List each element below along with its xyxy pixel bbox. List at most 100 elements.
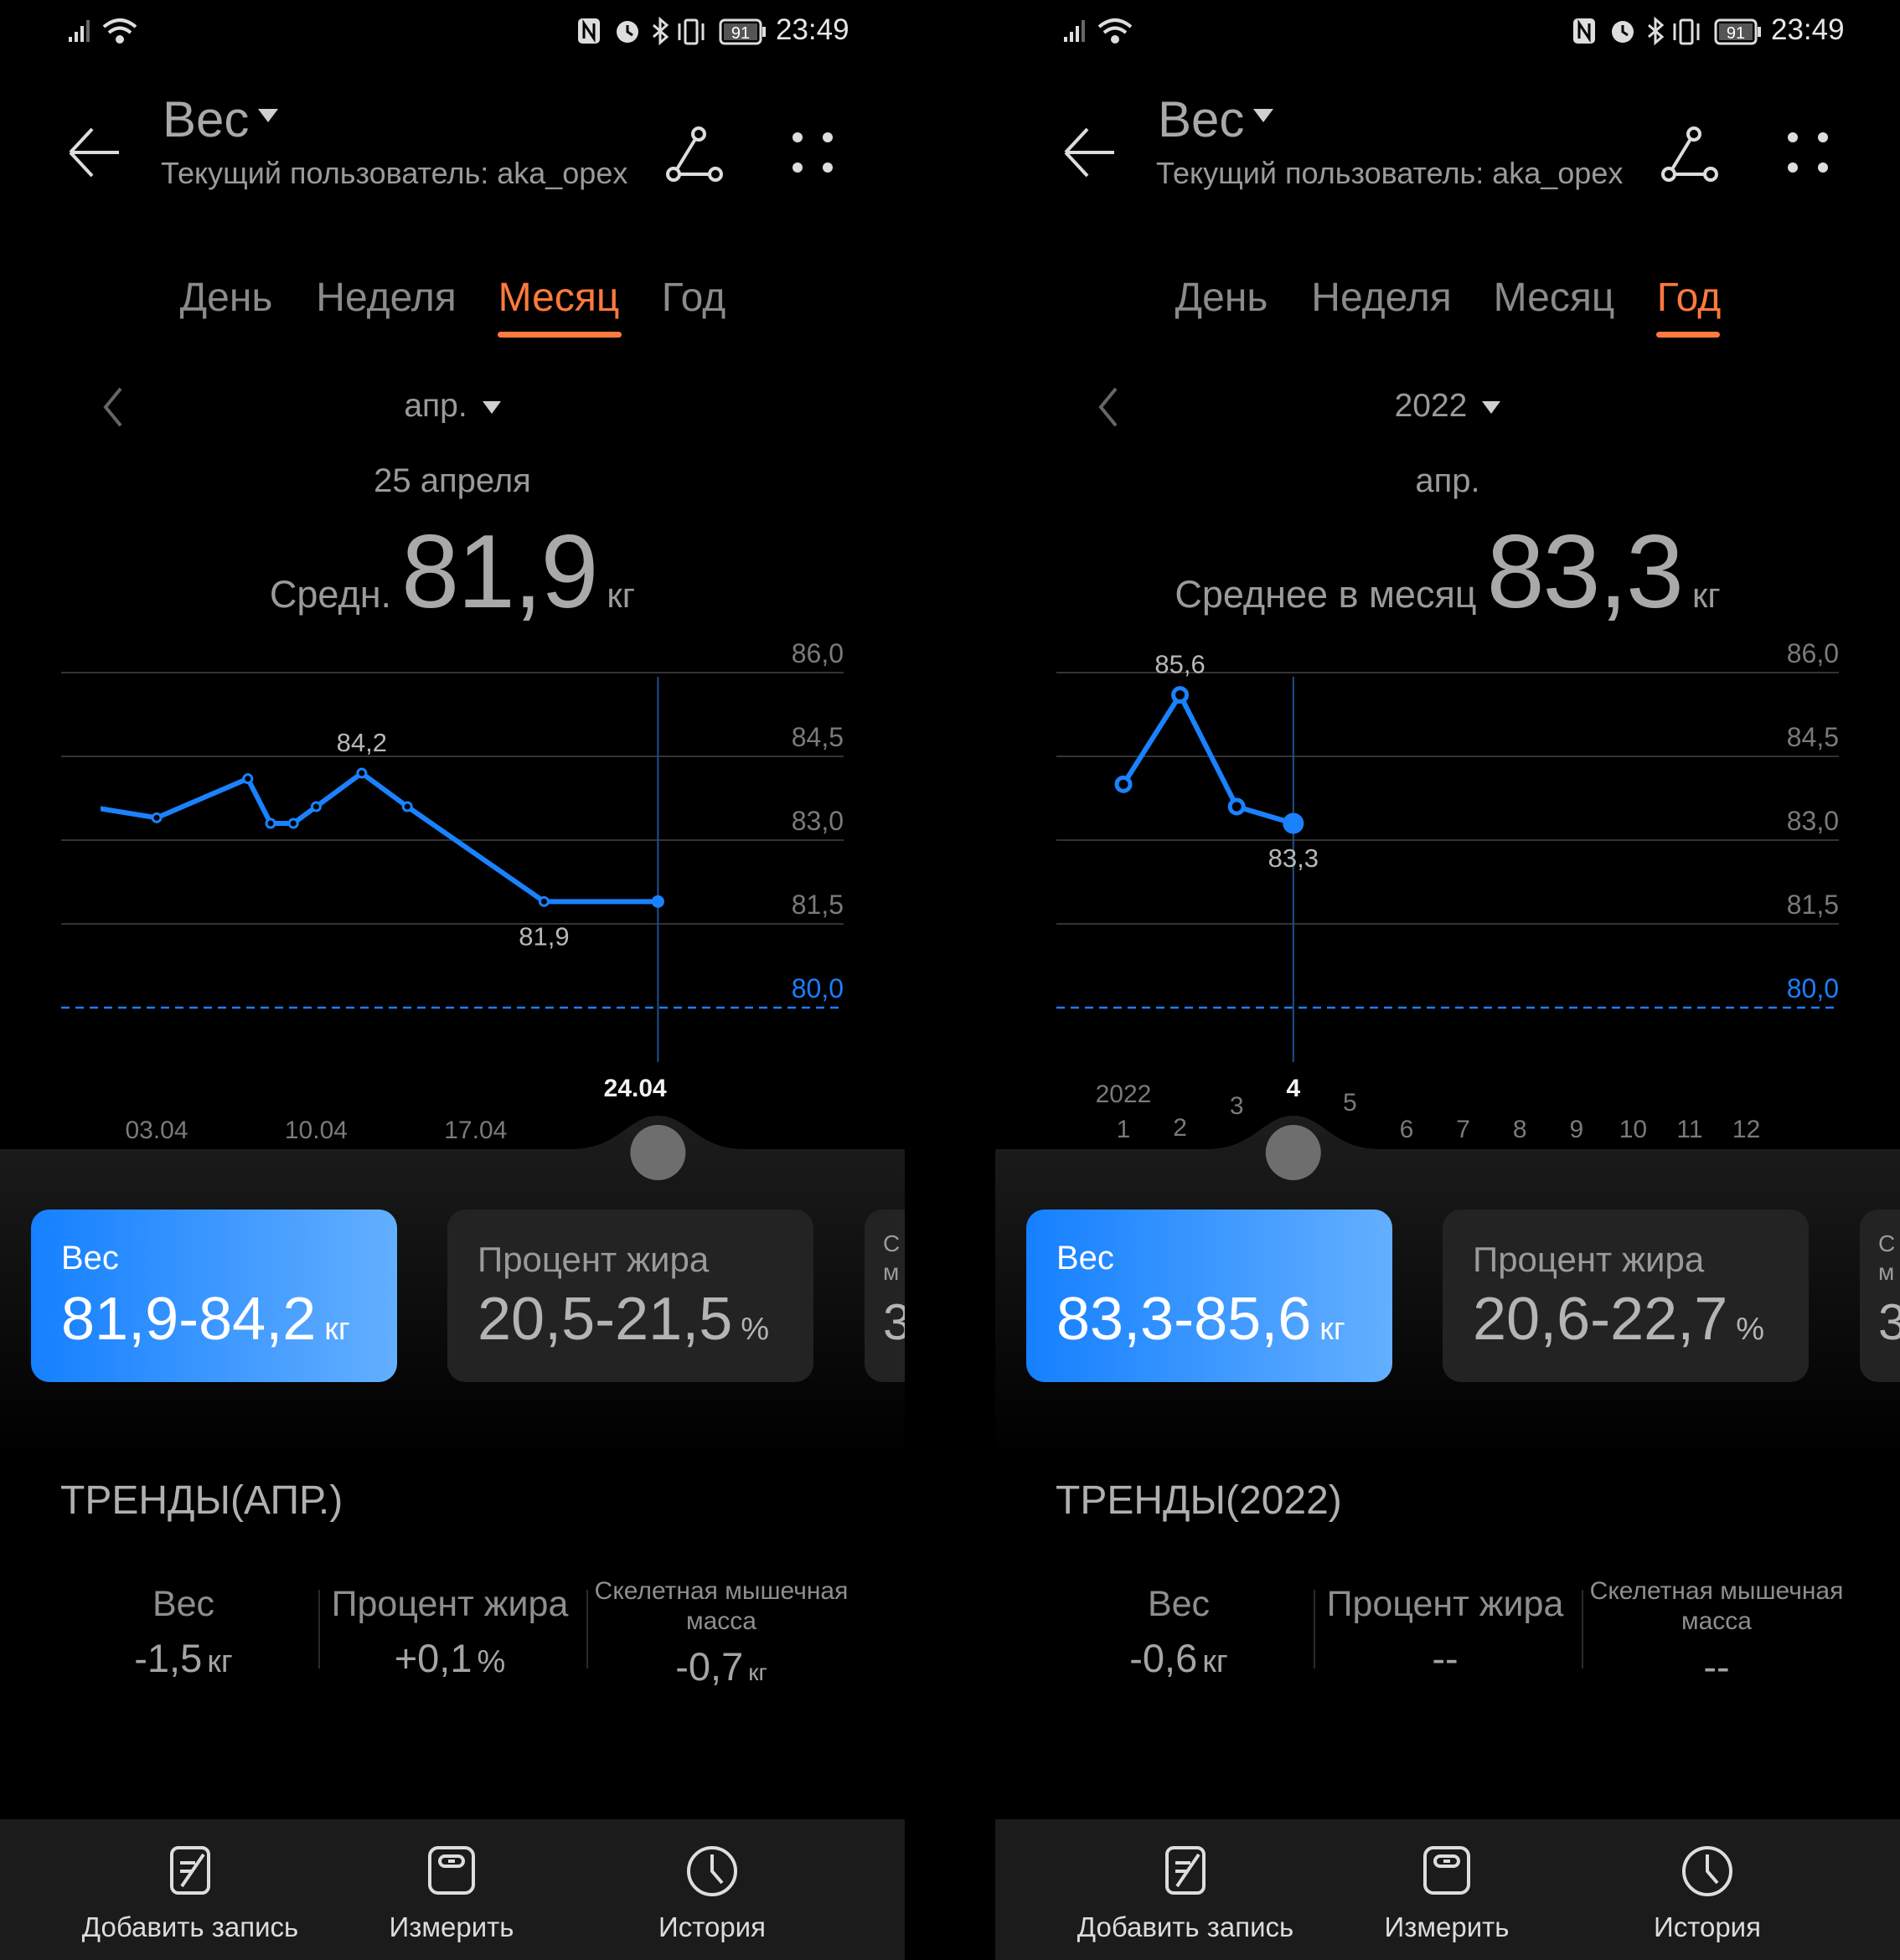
x-tick-label: 1 — [1117, 1116, 1131, 1143]
series-line — [101, 771, 658, 905]
y-tick-label: 81,5 — [792, 890, 844, 920]
divider — [1582, 1590, 1583, 1669]
y-tick-label: 86,0 — [1787, 638, 1839, 668]
data-point — [265, 818, 276, 829]
trends-title: ТРЕНДЫ(АПР.) — [60, 1478, 343, 1523]
add-record-button[interactable]: Добавить запись — [65, 1843, 316, 1943]
history-button[interactable]: История — [586, 1843, 838, 1943]
nav-label: Измерить — [389, 1911, 514, 1942]
metric-card[interactable]: Вес 83,3-85,6 кг — [1026, 1210, 1392, 1382]
metric-card[interactable]: С м 3 — [1860, 1210, 1900, 1382]
trend-item: Скелетная мышечная масса -0,7 кг — [587, 1577, 855, 1689]
card-label: С м — [1878, 1230, 1896, 1285]
slider-knob[interactable] — [630, 1125, 686, 1180]
trend-label: Вес — [152, 1584, 215, 1624]
trend-label: Скелетная мышечная масса — [594, 1577, 849, 1635]
card-unit: % — [741, 1312, 770, 1347]
divider — [586, 1590, 588, 1669]
trend-item: Скелетная мышечная масса -- — [1582, 1577, 1851, 1689]
data-point — [151, 812, 163, 823]
x-tick-label: 10 — [1619, 1116, 1647, 1143]
trend-value: +0,1 — [394, 1636, 472, 1680]
bottom-action-bar: Добавить запись Измерить История — [995, 1819, 1900, 1960]
selected-data-point — [1283, 812, 1304, 834]
x-tick-label: 6 — [1400, 1116, 1414, 1143]
measure-button[interactable]: Измерить — [1321, 1843, 1572, 1943]
selected-data-point — [651, 895, 664, 908]
card-value: 20,6-22,7 — [1473, 1286, 1728, 1353]
metric-card[interactable]: Вес 81,9-84,2 кг — [31, 1210, 397, 1382]
trend-item: Вес -0,6 кг — [1045, 1583, 1313, 1681]
trend-label: Вес — [1147, 1584, 1211, 1624]
y-tick-label: 83,0 — [1787, 806, 1839, 836]
y-tick-label: 80,0 — [1787, 973, 1839, 1003]
card-value: 20,5-21,5 — [478, 1286, 733, 1353]
data-label: 81,9 — [519, 921, 569, 951]
data-label: 85,6 — [1154, 650, 1205, 679]
trend-unit: кг — [748, 1659, 767, 1685]
history-button[interactable]: История — [1582, 1843, 1833, 1943]
nav-label: История — [658, 1911, 766, 1942]
card-value: 3 — [883, 1294, 905, 1350]
y-tick-label: 86,0 — [792, 638, 844, 668]
nav-label: Добавить запись — [81, 1911, 299, 1942]
x-tick-label: 2 — [1173, 1114, 1187, 1142]
metric-card[interactable]: С м 3 — [865, 1210, 905, 1382]
card-value: 81,9-84,2 — [61, 1286, 317, 1353]
data-label: 83,3 — [1268, 843, 1319, 873]
card-unit: % — [1736, 1312, 1765, 1347]
card-value: 83,3-85,6 — [1056, 1286, 1312, 1353]
bottom-action-bar: Добавить запись Измерить История — [0, 1819, 905, 1960]
y-tick-label: 81,5 — [1787, 890, 1839, 920]
x-tick-label-selected: 24.04 — [604, 1075, 667, 1102]
clock-icon — [1682, 1846, 1732, 1896]
x-tick-label: 7 — [1456, 1116, 1470, 1143]
card-label: Процент жира — [1473, 1240, 1705, 1279]
data-point — [401, 801, 413, 812]
data-point — [1227, 797, 1246, 816]
trend-value: -- — [1703, 1644, 1730, 1689]
y-tick-label: 84,5 — [792, 722, 844, 752]
card-label: С м — [883, 1230, 901, 1285]
add-record-icon — [1165, 1846, 1206, 1895]
data-point — [1114, 775, 1133, 793]
data-point — [287, 818, 299, 829]
phone-screen: 91 23:49 Вес Текущий пользователь: aka_o… — [0, 0, 905, 1960]
card-label: Вес — [61, 1240, 119, 1277]
nav-label: Добавить запись — [1076, 1911, 1294, 1942]
metric-card[interactable]: Процент жира 20,5-21,5% — [447, 1210, 813, 1382]
x-tick-label: 3 — [1230, 1092, 1244, 1120]
card-unit: кг — [324, 1312, 350, 1347]
x-tick-label: 5 — [1343, 1089, 1357, 1117]
trend-item: Вес -1,5 кг — [49, 1583, 318, 1681]
metric-card[interactable]: Процент жира 20,6-22,7% — [1443, 1210, 1809, 1382]
trend-label: Процент жира — [331, 1584, 569, 1624]
card-label: Вес — [1056, 1240, 1114, 1277]
trend-unit: кг — [207, 1644, 233, 1679]
measure-button[interactable]: Измерить — [326, 1843, 577, 1943]
x-tick-label: 9 — [1569, 1116, 1583, 1143]
clock-icon — [687, 1846, 737, 1896]
y-tick-label: 84,5 — [1787, 722, 1839, 752]
card-unit: кг — [1319, 1312, 1345, 1347]
trend-label: Скелетная мышечная масса — [1589, 1577, 1844, 1635]
y-tick-label: 80,0 — [792, 973, 844, 1003]
divider — [1314, 1590, 1315, 1669]
y-tick-label: 83,0 — [792, 806, 844, 836]
data-point — [310, 801, 322, 812]
divider — [318, 1590, 320, 1669]
x-tick-label: 8 — [1513, 1116, 1527, 1143]
trend-value: -1,5 — [134, 1636, 203, 1680]
slider-knob[interactable] — [1265, 1125, 1321, 1180]
add-record-button[interactable]: Добавить запись — [1060, 1843, 1311, 1943]
trends-title: ТРЕНДЫ(2022) — [1056, 1478, 1342, 1523]
nav-label: Измерить — [1384, 1911, 1510, 1942]
x-tick-label: 12 — [1732, 1116, 1760, 1143]
trend-value: -0,7 — [675, 1644, 744, 1689]
trend-unit: % — [477, 1644, 506, 1679]
trend-unit: кг — [1202, 1644, 1228, 1679]
scale-icon — [428, 1846, 475, 1895]
trend-value: -- — [1432, 1636, 1459, 1680]
x-tick-label-selected: 4 — [1286, 1075, 1300, 1102]
add-record-icon — [170, 1846, 210, 1895]
